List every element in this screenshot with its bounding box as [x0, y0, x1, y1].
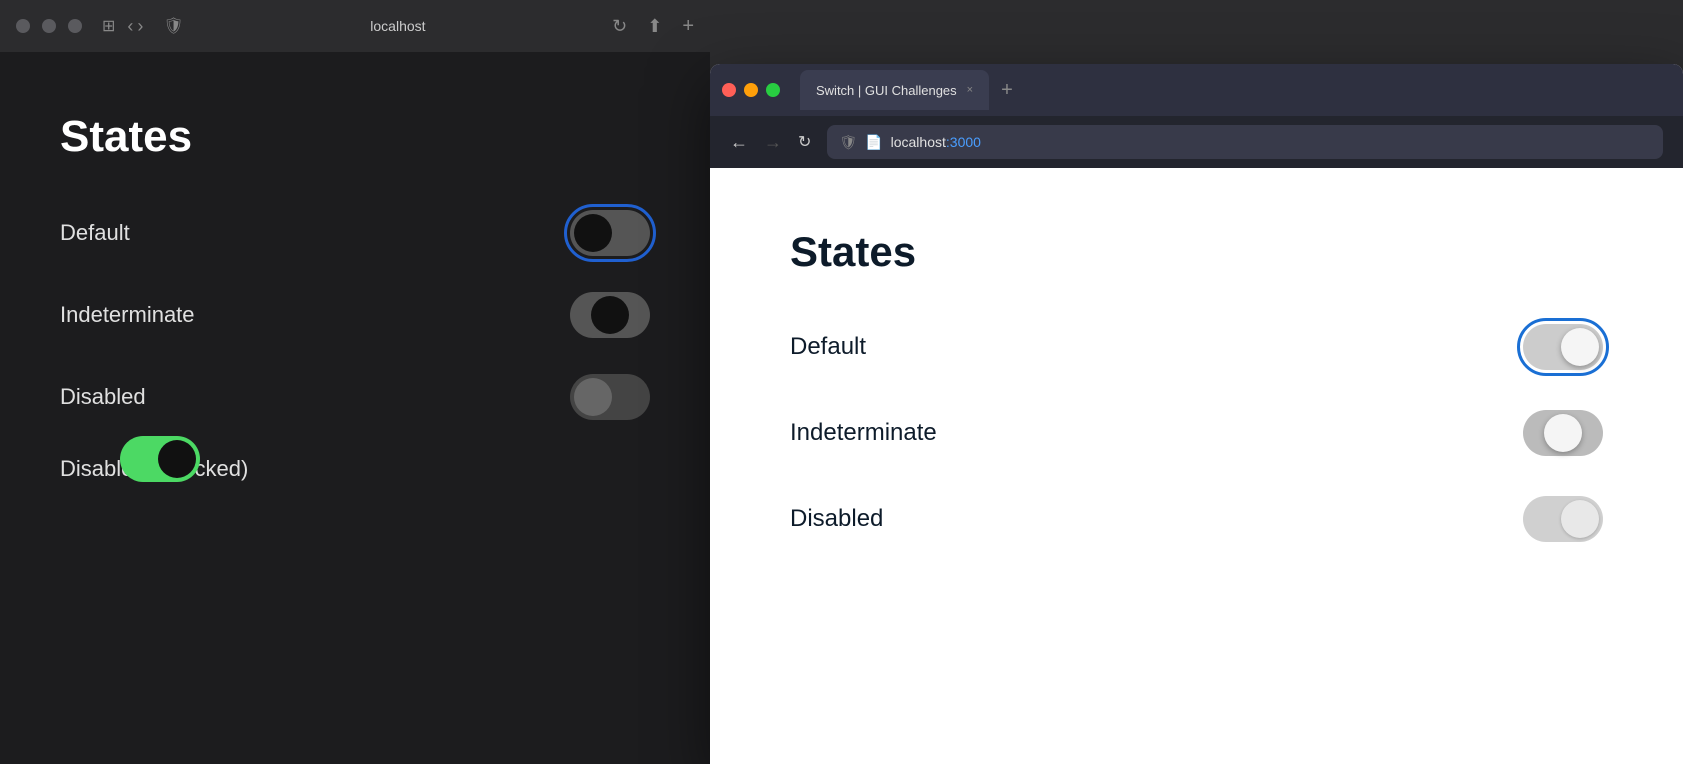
toggle-knob-indeterminate-left — [591, 296, 629, 334]
address-center-left: localhost — [370, 18, 425, 34]
switch-row-disabled-left: Disabled — [60, 374, 650, 420]
back-button[interactable]: ← — [730, 132, 748, 153]
label-indeterminate-right: Indeterminate — [790, 419, 937, 447]
titlebar-icons: ⊞ — [102, 16, 115, 36]
nav-arrows-left: ‹ › — [127, 16, 143, 37]
sidebar-toggle-icon[interactable]: ⊞ — [102, 16, 115, 36]
traffic-light-max-left[interactable] — [68, 19, 82, 33]
new-tab-button[interactable]: + — [1001, 79, 1013, 102]
refresh-icon-title[interactable]: ↻ — [612, 16, 627, 37]
right-heading: States — [790, 228, 1603, 276]
toggle-indeterminate-right[interactable] — [1523, 410, 1603, 456]
toggle-knob-disabled-left — [574, 378, 612, 416]
back-arrow-left[interactable]: ‹ — [127, 16, 133, 37]
toggle-disabled-checked-left — [120, 436, 200, 482]
address-shield-icon: 🛡 — [839, 134, 857, 151]
toggle-disabled-left — [570, 374, 650, 420]
left-content: States Default Indeterminate Disabled Di… — [0, 52, 710, 764]
toggle-knob-disabled-right — [1561, 500, 1599, 538]
tab-bar: Switch | GUI Challenges × + — [710, 64, 1683, 116]
switch-row-indeterminate-left: Indeterminate — [60, 292, 650, 338]
toggle-knob-disabled-checked-left — [158, 440, 196, 478]
left-heading: States — [60, 112, 650, 162]
forward-arrow-left[interactable]: › — [137, 16, 143, 37]
address-text: localhost:3000 — [891, 134, 981, 150]
switch-row-default-left: Default — [60, 210, 650, 256]
active-tab[interactable]: Switch | GUI Challenges × — [800, 70, 989, 110]
toggle-knob-default-right — [1561, 328, 1599, 366]
toggle-default-left[interactable] — [570, 210, 650, 256]
label-default-right: Default — [790, 333, 866, 361]
toggle-knob-default-left — [574, 214, 612, 252]
label-indeterminate-left: Indeterminate — [60, 302, 195, 328]
tab-title: Switch | GUI Challenges — [816, 83, 957, 98]
toggle-knob-indeterminate-right — [1544, 414, 1582, 452]
left-browser-window: ⊞ ‹ › 🛡 localhost ↻ ⬆ + States Default I… — [0, 0, 710, 764]
forward-button[interactable]: → — [764, 132, 782, 153]
refresh-button[interactable]: ↻ — [798, 132, 811, 152]
label-disabled-left: Disabled — [60, 384, 146, 410]
toggle-indeterminate-left[interactable] — [570, 292, 650, 338]
traffic-light-close-right[interactable] — [722, 83, 736, 97]
address-file-icon: 📄 — [865, 134, 882, 151]
label-disabled-right: Disabled — [790, 505, 883, 533]
share-icon[interactable]: ⬆ — [647, 16, 662, 37]
new-tab-icon-left[interactable]: + — [682, 15, 694, 38]
switch-row-indeterminate-right: Indeterminate — [790, 410, 1603, 456]
label-default-left: Default — [60, 220, 130, 246]
titlebar-left: ⊞ ‹ › 🛡 localhost ↻ ⬆ + — [0, 0, 710, 52]
right-browser-window: Switch | GUI Challenges × + ← → ↻ 🛡 📄 lo… — [710, 64, 1683, 764]
traffic-light-close-left[interactable] — [16, 19, 30, 33]
address-input[interactable]: 🛡 📄 localhost:3000 — [827, 125, 1663, 159]
shield-icon-title: 🛡 — [163, 16, 183, 36]
traffic-light-min-right[interactable] — [744, 83, 758, 97]
switch-row-default-right: Default — [790, 324, 1603, 370]
switch-row-disabled-right: Disabled — [790, 496, 1603, 542]
switch-row-disabled-checked-left: Disabled (checked) — [60, 456, 650, 482]
toggle-default-right[interactable] — [1523, 324, 1603, 370]
traffic-light-max-right[interactable] — [766, 83, 780, 97]
toggle-disabled-right — [1523, 496, 1603, 542]
tab-close-button[interactable]: × — [967, 84, 973, 96]
address-bar: ← → ↻ 🛡 📄 localhost:3000 — [710, 116, 1683, 168]
traffic-light-min-left[interactable] — [42, 19, 56, 33]
page-content: States Default Indeterminate Disabled — [710, 168, 1683, 764]
